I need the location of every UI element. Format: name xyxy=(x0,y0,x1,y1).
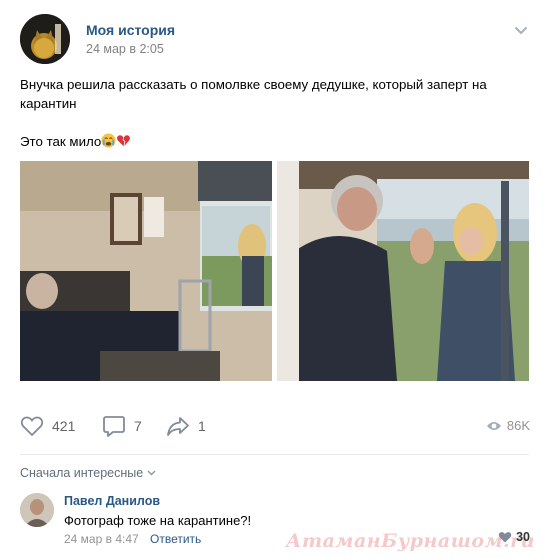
post-text-line: Это так мило xyxy=(20,132,520,151)
comment-like-count: 30 xyxy=(516,530,530,544)
broken-heart-icon xyxy=(117,135,131,147)
heart-icon xyxy=(20,416,44,436)
community-avatar[interactable] xyxy=(20,14,70,64)
comment-author[interactable]: Павел Данилов xyxy=(64,494,160,508)
post-author[interactable]: Моя история xyxy=(86,22,175,38)
comment-date[interactable]: 24 мар в 4:47 xyxy=(64,532,139,546)
post-header: Моя история 24 мар в 2:05 xyxy=(20,14,532,64)
comments-sort-dropdown[interactable]: Сначала интересные xyxy=(20,466,156,480)
post-text-line: карантин xyxy=(20,96,77,111)
post-date[interactable]: 24 мар в 2:05 xyxy=(86,42,164,56)
like-count: 421 xyxy=(52,418,76,434)
comment-text: Фотограф тоже на карантине?! xyxy=(64,513,252,528)
share-button[interactable]: 1 xyxy=(166,415,206,437)
share-count: 1 xyxy=(198,418,206,434)
chevron-down-icon[interactable] xyxy=(514,26,528,36)
post-text-line-3: Это так мило xyxy=(20,134,102,149)
views-counter: 86K xyxy=(486,418,530,433)
share-arrow-icon xyxy=(167,417,189,436)
reply-button[interactable]: Ответить xyxy=(150,532,201,546)
comment-icon xyxy=(103,416,125,437)
post-text-line: Внучка решила рассказать о помолвке свое… xyxy=(20,77,487,92)
post-text: Внучка решила рассказать о помолвке свое… xyxy=(20,75,520,151)
views-count: 86K xyxy=(506,418,530,433)
comment-avatar[interactable] xyxy=(20,493,54,527)
comment-count: 7 xyxy=(134,418,142,434)
like-button[interactable]: 421 xyxy=(20,415,75,437)
post-photo-2[interactable] xyxy=(277,161,529,381)
divider xyxy=(20,454,529,455)
crying-face-emoji-icon xyxy=(101,133,116,148)
comment-like-button[interactable]: 30 xyxy=(498,530,530,544)
heart-icon xyxy=(498,532,512,543)
post-photo-1[interactable] xyxy=(20,161,272,381)
eye-icon xyxy=(486,421,501,430)
chevron-down-icon xyxy=(147,470,156,476)
comment-button[interactable]: 7 xyxy=(102,415,142,437)
post-actions: 421 7 1 86K xyxy=(20,412,532,442)
sort-label: Сначала интересные xyxy=(20,466,144,480)
